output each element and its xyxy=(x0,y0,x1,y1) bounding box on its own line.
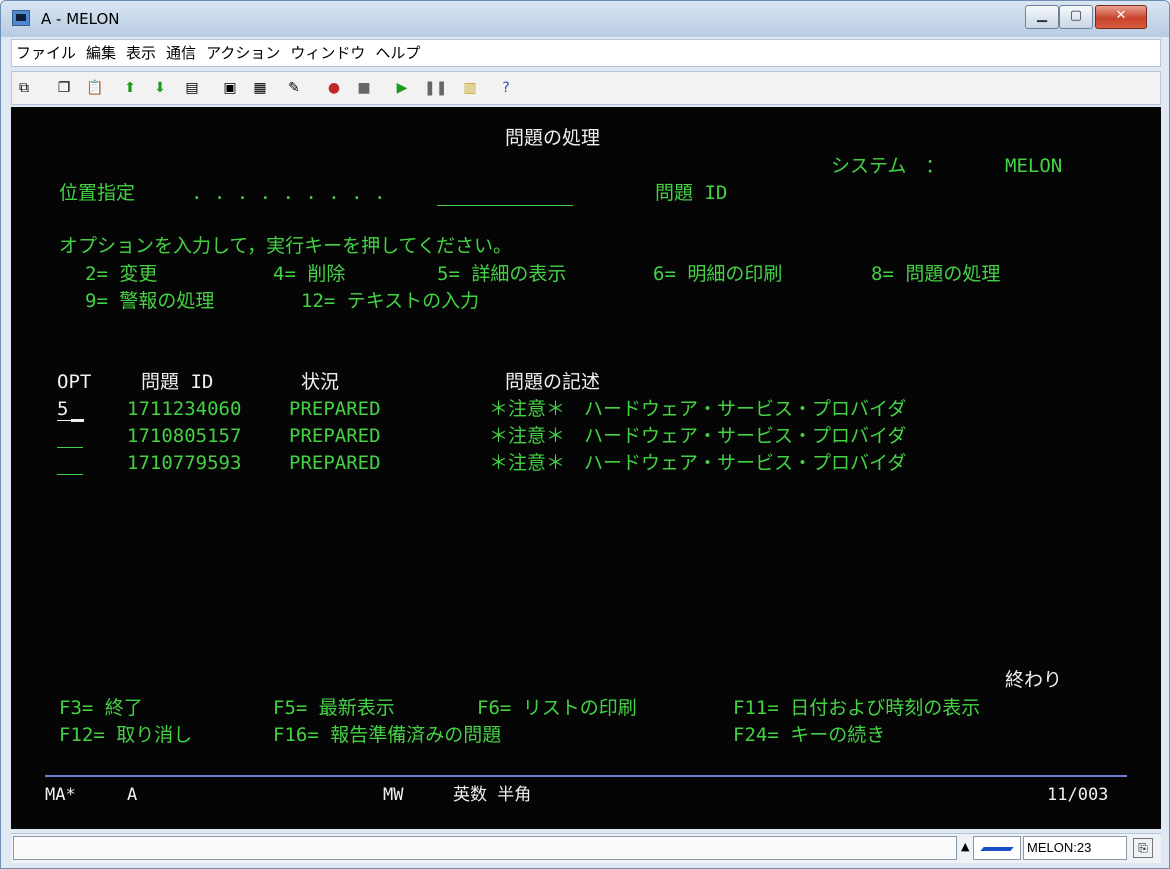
status-message-field xyxy=(13,836,957,860)
row-2-opt-input[interactable] xyxy=(57,447,83,448)
oia-separator xyxy=(45,775,1127,777)
position-input[interactable] xyxy=(437,205,573,206)
system-value: MELON xyxy=(1005,155,1063,177)
keyboard-lock-icon[interactable]: ⎘ xyxy=(1133,838,1153,858)
fkey-f11[interactable]: F11= 日付および時刻の表示 xyxy=(733,697,980,719)
notes-icon[interactable]: ▥ xyxy=(462,80,478,96)
row-3-opt-input[interactable] xyxy=(57,474,83,475)
oia-mw: MW xyxy=(383,785,404,805)
emulator-window: A - MELON ▁ ▢ ✕ ファイル 編集 表示 通信 アクション ウィンドウ ヘルプ … xyxy=(0,0,1170,869)
column-header-status: 状況 xyxy=(301,371,340,393)
menu-communication[interactable]: 通信 xyxy=(166,40,196,66)
row-2-problem-id: 1710805157 xyxy=(127,425,242,447)
row-1-opt[interactable]: 5 xyxy=(57,398,68,420)
text-cursor xyxy=(71,419,84,422)
row-3-description: ＊注意＊ ハードウェア・サービス・プロバイダ xyxy=(489,452,907,474)
grid-icon[interactable]: ▦ xyxy=(252,80,268,96)
oia-session: A xyxy=(127,785,138,805)
connection-icon xyxy=(973,836,1021,860)
minimize-button[interactable]: ▁ xyxy=(1025,5,1059,29)
row-2-status: PREPARED xyxy=(289,425,381,447)
option-4: 4= 削除 xyxy=(273,263,346,285)
status-bar: ▲ MELON:23 ⎘ xyxy=(11,833,1161,863)
position-dots: . . . . . . . . . xyxy=(191,182,386,204)
toolbar: ⧉ ❐ 📋 ⬆ ⬇ ▤ ▣ ▦ ✎ ● ■ ▶ ❚❚ ▥ ? xyxy=(11,71,1161,105)
session-name: MELON:23 xyxy=(1023,836,1127,860)
help-icon[interactable]: ? xyxy=(498,80,514,96)
menu-view[interactable]: 表示 xyxy=(126,40,156,66)
menu-file[interactable]: ファイル xyxy=(16,40,76,66)
receive-download-icon[interactable]: ⬇ xyxy=(152,80,168,96)
option-2: 2= 変更 xyxy=(85,263,158,285)
macro-icon[interactable]: ✎ xyxy=(286,80,302,96)
position-field-label: 問題 ID xyxy=(655,182,728,204)
title-bar[interactable]: A - MELON ▁ ▢ ✕ xyxy=(1,1,1169,37)
status-arrow-icon[interactable]: ▲ xyxy=(961,840,969,853)
menu-bar: ファイル 編集 表示 通信 アクション ウィンドウ ヘルプ xyxy=(11,39,1161,67)
oia-input-mode: 英数 半角 xyxy=(453,785,532,805)
pause-icon[interactable]: ❚❚ xyxy=(424,80,447,96)
option-12: 12= テキストの入力 xyxy=(301,290,480,312)
close-button[interactable]: ✕ xyxy=(1095,5,1147,29)
option-6: 6= 明細の印刷 xyxy=(653,263,783,285)
fkey-f12[interactable]: F12= 取り消し xyxy=(59,724,192,746)
oia-cursor-position: 11/003 xyxy=(1047,785,1109,805)
fkey-f24[interactable]: F24= キーの続き xyxy=(733,724,885,746)
document-icon[interactable]: ▤ xyxy=(184,80,200,96)
play-icon[interactable]: ▶ xyxy=(394,80,410,96)
row-2-description: ＊注意＊ ハードウェア・サービス・プロバイダ xyxy=(489,425,907,447)
option-5: 5= 詳細の表示 xyxy=(437,263,567,285)
menu-help[interactable]: ヘルプ xyxy=(375,40,420,66)
more-indicator: 終わり xyxy=(1005,669,1063,691)
send-upload-icon[interactable]: ⬆ xyxy=(122,80,138,96)
fkey-f5[interactable]: F5= 最新表示 xyxy=(273,697,395,719)
record-icon[interactable]: ● xyxy=(326,80,342,96)
menu-edit[interactable]: 編集 xyxy=(86,40,116,66)
terminal-app-icon[interactable] xyxy=(12,10,30,26)
position-label: 位置指定 xyxy=(59,182,136,204)
fkey-f16[interactable]: F16= 報告準備済みの問題 xyxy=(273,724,501,746)
maximize-button[interactable]: ▢ xyxy=(1059,5,1093,29)
system-label: システム ： xyxy=(831,155,945,177)
row-3-status: PREPARED xyxy=(289,452,381,474)
option-9: 9= 警報の処理 xyxy=(85,290,215,312)
instruction-text: オプションを入力して，実行キーを押してください。 xyxy=(59,235,512,257)
menu-window[interactable]: ウィンドウ xyxy=(290,40,365,66)
row-1-description: ＊注意＊ ハードウェア・サービス・プロバイダ xyxy=(489,398,907,420)
row-3-problem-id: 1710779593 xyxy=(127,452,242,474)
oia-indicator: MA* xyxy=(45,785,76,805)
menu-action[interactable]: アクション xyxy=(206,40,280,66)
fkey-f3[interactable]: F3= 終了 xyxy=(59,697,143,719)
fkey-f6[interactable]: F6= リストの印刷 xyxy=(477,697,637,719)
clipboard-icon[interactable]: 📋 xyxy=(86,80,103,96)
stop-icon[interactable]: ■ xyxy=(356,80,372,96)
window-title: A - MELON xyxy=(41,10,120,28)
screen-title: 問題の処理 xyxy=(505,127,601,149)
column-header-opt: OPT xyxy=(57,371,92,393)
terminal-screen[interactable]: 問題の処理 システム ： MELON 位置指定 . . . . . . . . … xyxy=(11,107,1161,829)
paste-icon[interactable]: ❐ xyxy=(56,80,72,96)
row-1-problem-id: 1711234060 xyxy=(127,398,242,420)
option-8: 8= 問題の処理 xyxy=(871,263,1001,285)
display-icon[interactable]: ▣ xyxy=(222,80,238,96)
column-header-problem-id: 問題 ID xyxy=(141,371,214,393)
column-header-description: 問題の記述 xyxy=(505,371,601,393)
row-1-status: PREPARED xyxy=(289,398,381,420)
copy-icon[interactable]: ⧉ xyxy=(16,80,32,96)
